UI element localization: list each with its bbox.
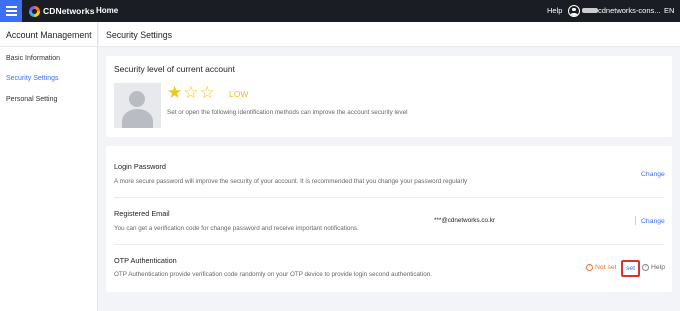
otp-help-link[interactable]: ? Help xyxy=(642,264,665,271)
warning-icon: ! xyxy=(586,264,593,271)
logo-text: CDNetworks xyxy=(43,6,95,16)
top-navigation-bar: CDNetworks Home Help cdnetworks-cons... … xyxy=(0,0,680,22)
security-stars: ★ ☆ ☆ xyxy=(167,84,215,101)
otp-set-button[interactable]: set xyxy=(621,260,640,277)
help-icon: ? xyxy=(642,264,649,271)
otp-status-label: Not set xyxy=(595,264,617,271)
sidebar-item-personal-setting[interactable]: Personal Setting xyxy=(6,96,57,103)
logo-mark-icon xyxy=(29,5,40,17)
sidebar: Account Management Basic Information Sec… xyxy=(0,22,98,311)
email-action-separator xyxy=(635,216,636,225)
sidebar-title: Account Management xyxy=(0,22,97,47)
login-password-description: A more secure password will improve the … xyxy=(114,178,468,185)
otp-description: OTP Authentication provide verification … xyxy=(114,271,432,278)
divider xyxy=(114,244,664,245)
otp-status: ! Not set xyxy=(586,264,617,271)
registered-email-value: ***@cdnetworks.co.kr xyxy=(434,217,495,224)
cdnetworks-logo[interactable]: CDNetworks xyxy=(29,4,95,18)
change-email-link[interactable]: Change xyxy=(641,218,665,225)
sidebar-item-security-settings[interactable]: Security Settings xyxy=(6,75,59,82)
user-avatar-icon[interactable] xyxy=(568,5,580,17)
divider xyxy=(114,197,664,198)
home-link[interactable]: Home xyxy=(96,6,118,15)
hamburger-menu-icon[interactable] xyxy=(0,0,22,22)
registered-email-description: You can get a verification code for chan… xyxy=(114,225,359,232)
security-level-description: Set or open the following identification… xyxy=(167,109,408,116)
star-empty-icon: ☆ xyxy=(199,83,215,102)
registered-email-title: Registered Email xyxy=(114,209,170,218)
security-level-card: Security level of current account ★ ☆ ☆ … xyxy=(106,56,672,137)
security-level-title: Security level of current account xyxy=(114,64,235,74)
account-name[interactable]: cdnetworks-cons... xyxy=(598,6,661,15)
login-password-title: Login Password xyxy=(114,162,166,171)
otp-set-label[interactable]: set xyxy=(626,265,635,272)
help-link[interactable]: Help xyxy=(547,6,562,15)
star-empty-icon: ☆ xyxy=(183,83,199,102)
change-password-link[interactable]: Change xyxy=(641,171,665,178)
page-title: Security Settings xyxy=(106,30,173,40)
otp-title: OTP Authentication xyxy=(114,256,177,265)
sidebar-item-basic-information[interactable]: Basic Information xyxy=(6,55,60,62)
page-header: Security Settings xyxy=(99,22,680,47)
otp-help-label[interactable]: Help xyxy=(651,264,665,271)
redacted-account-prefix xyxy=(582,8,598,13)
account-avatar xyxy=(114,83,161,128)
star-filled-icon: ★ xyxy=(167,83,183,102)
language-selector[interactable]: EN xyxy=(664,6,674,15)
security-level-label: LOW xyxy=(229,89,249,99)
